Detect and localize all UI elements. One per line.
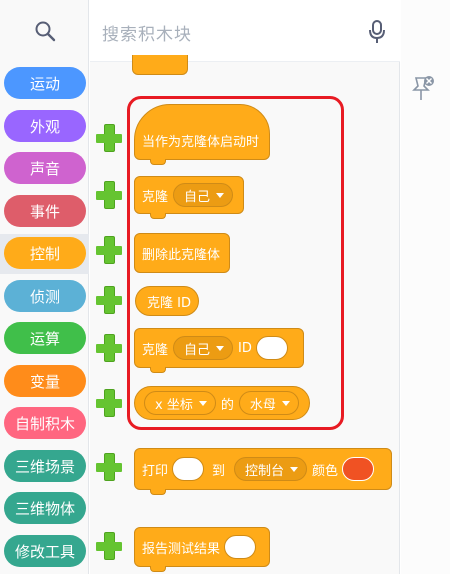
block-notch	[150, 213, 166, 219]
dropdown-arrow-icon	[290, 466, 299, 472]
delete-this-clone-block[interactable]: 删除此克隆体	[134, 233, 230, 273]
add-block-button[interactable]	[94, 285, 124, 315]
category-my-blocks[interactable]: 自制积木	[4, 407, 86, 439]
dropdown-arrow-icon	[216, 345, 225, 351]
block-notch	[150, 489, 166, 495]
add-block-button[interactable]	[94, 333, 124, 363]
color-label: 颜色	[312, 463, 339, 479]
category-operators[interactable]: 运算	[4, 322, 86, 354]
category-events[interactable]: 事件	[4, 195, 86, 227]
microphone-icon[interactable]	[368, 20, 386, 48]
category-motion[interactable]: 运动	[4, 67, 86, 99]
category-sensing[interactable]: 侦测	[4, 280, 86, 312]
clone-id-reporter[interactable]: 克隆 ID	[135, 286, 199, 316]
category-variables[interactable]: 变量	[4, 365, 86, 397]
sprite-dropdown[interactable]: 水母	[238, 391, 299, 415]
property-dropdown[interactable]: x 坐标	[144, 391, 216, 415]
block-label: 删除此克隆体	[142, 247, 221, 263]
create-clone-with-id-block[interactable]: 克隆 自己 ID	[134, 328, 304, 368]
add-block-button[interactable]	[94, 180, 124, 210]
block-label: 当作为克隆体启动时	[142, 134, 260, 150]
add-block-button[interactable]	[94, 123, 124, 153]
of-label: 的	[220, 397, 234, 413]
report-input[interactable]	[224, 535, 257, 559]
color-swatch[interactable]	[342, 457, 375, 481]
id-label: ID	[238, 340, 252, 356]
print-block[interactable]: 打印 到 控制台 颜色	[134, 448, 392, 490]
category-3d-scene[interactable]: 三维场景	[4, 450, 86, 482]
category-looks[interactable]: 外观	[4, 110, 86, 142]
id-input[interactable]	[255, 336, 288, 360]
add-block-button[interactable]	[94, 531, 124, 561]
category-sound[interactable]: 声音	[4, 152, 86, 184]
code-workspace[interactable]	[401, 0, 450, 574]
block-label: 打印	[142, 463, 169, 479]
block-label: 克隆	[142, 189, 169, 205]
search-icon[interactable]	[0, 0, 89, 62]
block-label: 克隆 ID	[147, 295, 191, 311]
category-3d-object[interactable]: 三维物体	[4, 492, 86, 524]
block-notch	[150, 159, 166, 165]
report-test-result-block[interactable]: 报告测试结果	[134, 527, 270, 567]
when-start-as-clone-block[interactable]: 当作为克隆体启动时	[134, 104, 270, 160]
search-bar[interactable]: 搜索积木块	[90, 0, 400, 62]
dropdown-arrow-icon	[281, 400, 290, 406]
print-text-input[interactable]	[172, 457, 205, 481]
category-modify-tools[interactable]: 修改工具	[4, 535, 86, 567]
category-control[interactable]: 控制	[4, 237, 86, 269]
create-clone-block[interactable]: 克隆 自己	[134, 176, 244, 214]
sensing-of-reporter[interactable]: x 坐标 的 水母	[134, 386, 310, 420]
block-notch	[150, 566, 166, 572]
dropdown-arrow-icon	[216, 192, 225, 198]
clone-target-dropdown[interactable]: 自己	[173, 336, 234, 360]
add-block-button[interactable]	[94, 235, 124, 265]
block-label: 克隆	[142, 342, 169, 358]
partial-block-top[interactable]	[132, 55, 188, 75]
add-block-button[interactable]	[94, 452, 124, 482]
add-block-button[interactable]	[94, 388, 124, 418]
output-target-dropdown[interactable]: 控制台	[234, 457, 308, 481]
block-notch	[150, 367, 166, 373]
search-input[interactable]: 搜索积木块	[102, 20, 192, 45]
to-label: 到	[212, 463, 226, 479]
dropdown-arrow-icon	[198, 400, 207, 406]
clear-pin-icon[interactable]	[410, 74, 436, 108]
category-sidebar: 运动 外观 声音 事件 控制 侦测 运算 变量 自制积木 三维场景 三维物体 修…	[0, 0, 89, 574]
block-label: 报告测试结果	[142, 541, 221, 557]
clone-target-dropdown[interactable]: 自己	[173, 183, 234, 207]
